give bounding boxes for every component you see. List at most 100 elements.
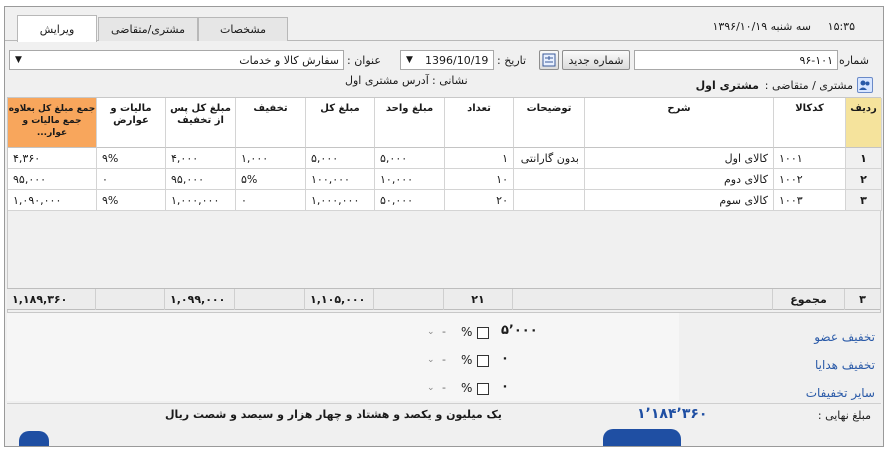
cell-after[interactable]: ۴,۰۰۰ bbox=[166, 148, 236, 169]
tab-strip: ویرایش مشتری/متقاضی مشخصات سه شنبه ۱۳۹۶/… bbox=[5, 7, 883, 42]
cell-unit[interactable]: ۱۰,۰۰۰ bbox=[375, 169, 445, 190]
gift-discount-checkbox[interactable] bbox=[477, 355, 489, 367]
header-unit-price[interactable]: مبلغ واحد bbox=[375, 98, 445, 148]
chevron-down-icon[interactable]: ⌄ bbox=[427, 383, 435, 393]
other-discount-label: سایر تخفیفات bbox=[805, 386, 875, 400]
chevron-down-icon: ▼ bbox=[406, 55, 413, 65]
cell-total[interactable]: ۵,۰۰۰ bbox=[306, 148, 375, 169]
cell-code[interactable]: ۱۰۰۲ bbox=[774, 169, 846, 190]
bottom-strip bbox=[5, 425, 883, 446]
cell-total[interactable]: ۱۰۰,۰۰۰ bbox=[306, 169, 375, 190]
member-discount-dash: - bbox=[442, 325, 446, 338]
new-number-button[interactable]: شماره جدید bbox=[562, 50, 630, 70]
calculator-icon bbox=[542, 53, 556, 67]
cell-discount[interactable]: ۱,۰۰۰ bbox=[236, 148, 306, 169]
totals-qty: ۲۱ bbox=[444, 289, 513, 310]
header-row[interactable]: ردیف bbox=[846, 98, 882, 148]
gift-discount-label: تخفیف هدایا bbox=[815, 358, 875, 372]
final-amount-value: ۱٬۱۸۴٬۳۶۰ bbox=[637, 406, 708, 422]
customer-lookup-button[interactable] bbox=[857, 77, 873, 93]
header-discount[interactable]: تخفیف bbox=[236, 98, 306, 148]
right-action-button[interactable] bbox=[603, 429, 681, 446]
totals-label: مجموع bbox=[773, 289, 845, 310]
cell-code[interactable]: ۱۰۰۳ bbox=[774, 190, 846, 211]
cell-tax[interactable]: ۹% bbox=[97, 148, 166, 169]
cell-total[interactable]: ۱,۰۰۰,۰۰۰ bbox=[306, 190, 375, 211]
cell-notes[interactable]: بدون گارانتی bbox=[514, 148, 585, 169]
cell-qty[interactable]: ۱ bbox=[445, 148, 514, 169]
calculator-button[interactable] bbox=[539, 50, 559, 70]
totals-after: ۱,۰۹۹,۰۰۰ bbox=[165, 289, 235, 310]
cell-desc[interactable]: کالای سوم bbox=[585, 190, 774, 211]
totals-tax-empty bbox=[96, 289, 165, 310]
cell-discount[interactable]: ۵% bbox=[236, 169, 306, 190]
title-value: سفارش کالا و خدمات bbox=[239, 53, 339, 67]
cell-desc[interactable]: کالای دوم bbox=[585, 169, 774, 190]
member-discount-checkbox[interactable] bbox=[477, 327, 489, 339]
cell-discount[interactable]: ۰ bbox=[236, 190, 306, 211]
row-number[interactable]: ۲ bbox=[846, 169, 882, 190]
address-value: آدرس مشتری اول bbox=[345, 74, 429, 87]
chevron-down-icon: ▼ bbox=[15, 55, 22, 65]
header-after-discount[interactable]: مبلغ کل پس از تخفیف bbox=[166, 98, 236, 148]
cell-unit[interactable]: ۵,۰۰۰ bbox=[375, 148, 445, 169]
gift-discount-value[interactable]: ۰ bbox=[501, 351, 509, 366]
other-discount-value[interactable]: ۰ bbox=[501, 379, 509, 394]
totals-unit-empty bbox=[374, 289, 444, 310]
chevron-down-icon[interactable]: ⌄ bbox=[427, 355, 435, 365]
totals-row-count: ۳ bbox=[845, 289, 881, 310]
title-label: عنوان : bbox=[347, 54, 381, 67]
date-field[interactable]: ▼ 1396/10/19 bbox=[400, 50, 494, 70]
address-label: نشانی : bbox=[432, 74, 468, 87]
number-field[interactable]: ۹۶-۱۰۱ bbox=[634, 50, 838, 70]
cell-code[interactable]: ۱۰۰۱ bbox=[774, 148, 846, 169]
customer-label: مشتری / متقاضی : bbox=[764, 79, 853, 92]
gift-discount-percent: % bbox=[461, 353, 473, 367]
other-discount-percent: % bbox=[461, 381, 473, 395]
other-discount-checkbox[interactable] bbox=[477, 383, 489, 395]
discount-panel: تخفیف عضو تخفیف هدایا سایر تخفیفات ۵٬۰۰۰… bbox=[7, 313, 881, 401]
cell-qty[interactable]: ۱۰ bbox=[445, 169, 514, 190]
cell-tax[interactable]: ۰ bbox=[97, 169, 166, 190]
tab-customer[interactable]: مشتری/متقاضی bbox=[98, 17, 198, 41]
gift-discount-dash: - bbox=[442, 353, 446, 366]
header-grand-total[interactable]: جمع مبلغ کل بعلاوه جمع مالیات و عوار... bbox=[8, 98, 97, 148]
tab-details-label: مشخصات bbox=[219, 23, 267, 36]
status-date: سه شنبه ۱۳۹۶/۱۰/۱۹ bbox=[712, 20, 811, 33]
date-value: 1396/10/19 bbox=[425, 53, 489, 67]
cell-after[interactable]: ۹۵,۰۰۰ bbox=[166, 169, 236, 190]
header-desc[interactable]: شرح bbox=[585, 98, 774, 148]
title-select[interactable]: سفارش کالا و خدمات ▼ bbox=[9, 50, 344, 70]
totals-empty bbox=[513, 289, 773, 310]
left-action-button[interactable] bbox=[19, 431, 49, 446]
member-discount-value[interactable]: ۵٬۰۰۰ bbox=[501, 323, 538, 338]
discount-values-box bbox=[7, 313, 679, 401]
header-code[interactable]: کدکالا bbox=[774, 98, 846, 148]
header-notes[interactable]: توضیحات bbox=[514, 98, 585, 148]
invoice-window: ویرایش مشتری/متقاضی مشخصات سه شنبه ۱۳۹۶/… bbox=[4, 6, 884, 447]
cell-after[interactable]: ۱,۰۰۰,۰۰۰ bbox=[166, 190, 236, 211]
member-discount-label: تخفیف عضو bbox=[814, 330, 875, 344]
status-time: ۱۵:۳۵ bbox=[827, 20, 855, 33]
tab-details[interactable]: مشخصات bbox=[198, 17, 288, 41]
header-qty[interactable]: تعداد bbox=[445, 98, 514, 148]
chevron-down-icon[interactable]: ⌄ bbox=[427, 327, 435, 337]
header-tax[interactable]: مالیات و عوارض bbox=[97, 98, 166, 148]
cell-notes[interactable] bbox=[514, 169, 585, 190]
cell-qty[interactable]: ۲۰ bbox=[445, 190, 514, 211]
totals-grand: ۱,۱۸۹,۳۶۰ bbox=[7, 289, 96, 310]
row-number[interactable]: ۱ bbox=[846, 148, 882, 169]
tab-edit[interactable]: ویرایش bbox=[17, 15, 97, 42]
cell-grand[interactable]: ۱,۰۹۰,۰۰۰ bbox=[8, 190, 97, 211]
row-number[interactable]: ۳ bbox=[846, 190, 882, 211]
cell-grand[interactable]: ۹۵,۰۰۰ bbox=[8, 169, 97, 190]
cell-tax[interactable]: ۹% bbox=[97, 190, 166, 211]
cell-grand[interactable]: ۴,۳۶۰ bbox=[8, 148, 97, 169]
cell-notes[interactable] bbox=[514, 190, 585, 211]
header-total[interactable]: مبلغ کل bbox=[306, 98, 375, 148]
cell-desc[interactable]: کالای اول bbox=[585, 148, 774, 169]
totals-total: ۱,۱۰۵,۰۰۰ bbox=[305, 289, 374, 310]
customer-value: مشتری اول bbox=[695, 79, 759, 92]
other-discount-dash: - bbox=[442, 381, 446, 394]
cell-unit[interactable]: ۵۰,۰۰۰ bbox=[375, 190, 445, 211]
